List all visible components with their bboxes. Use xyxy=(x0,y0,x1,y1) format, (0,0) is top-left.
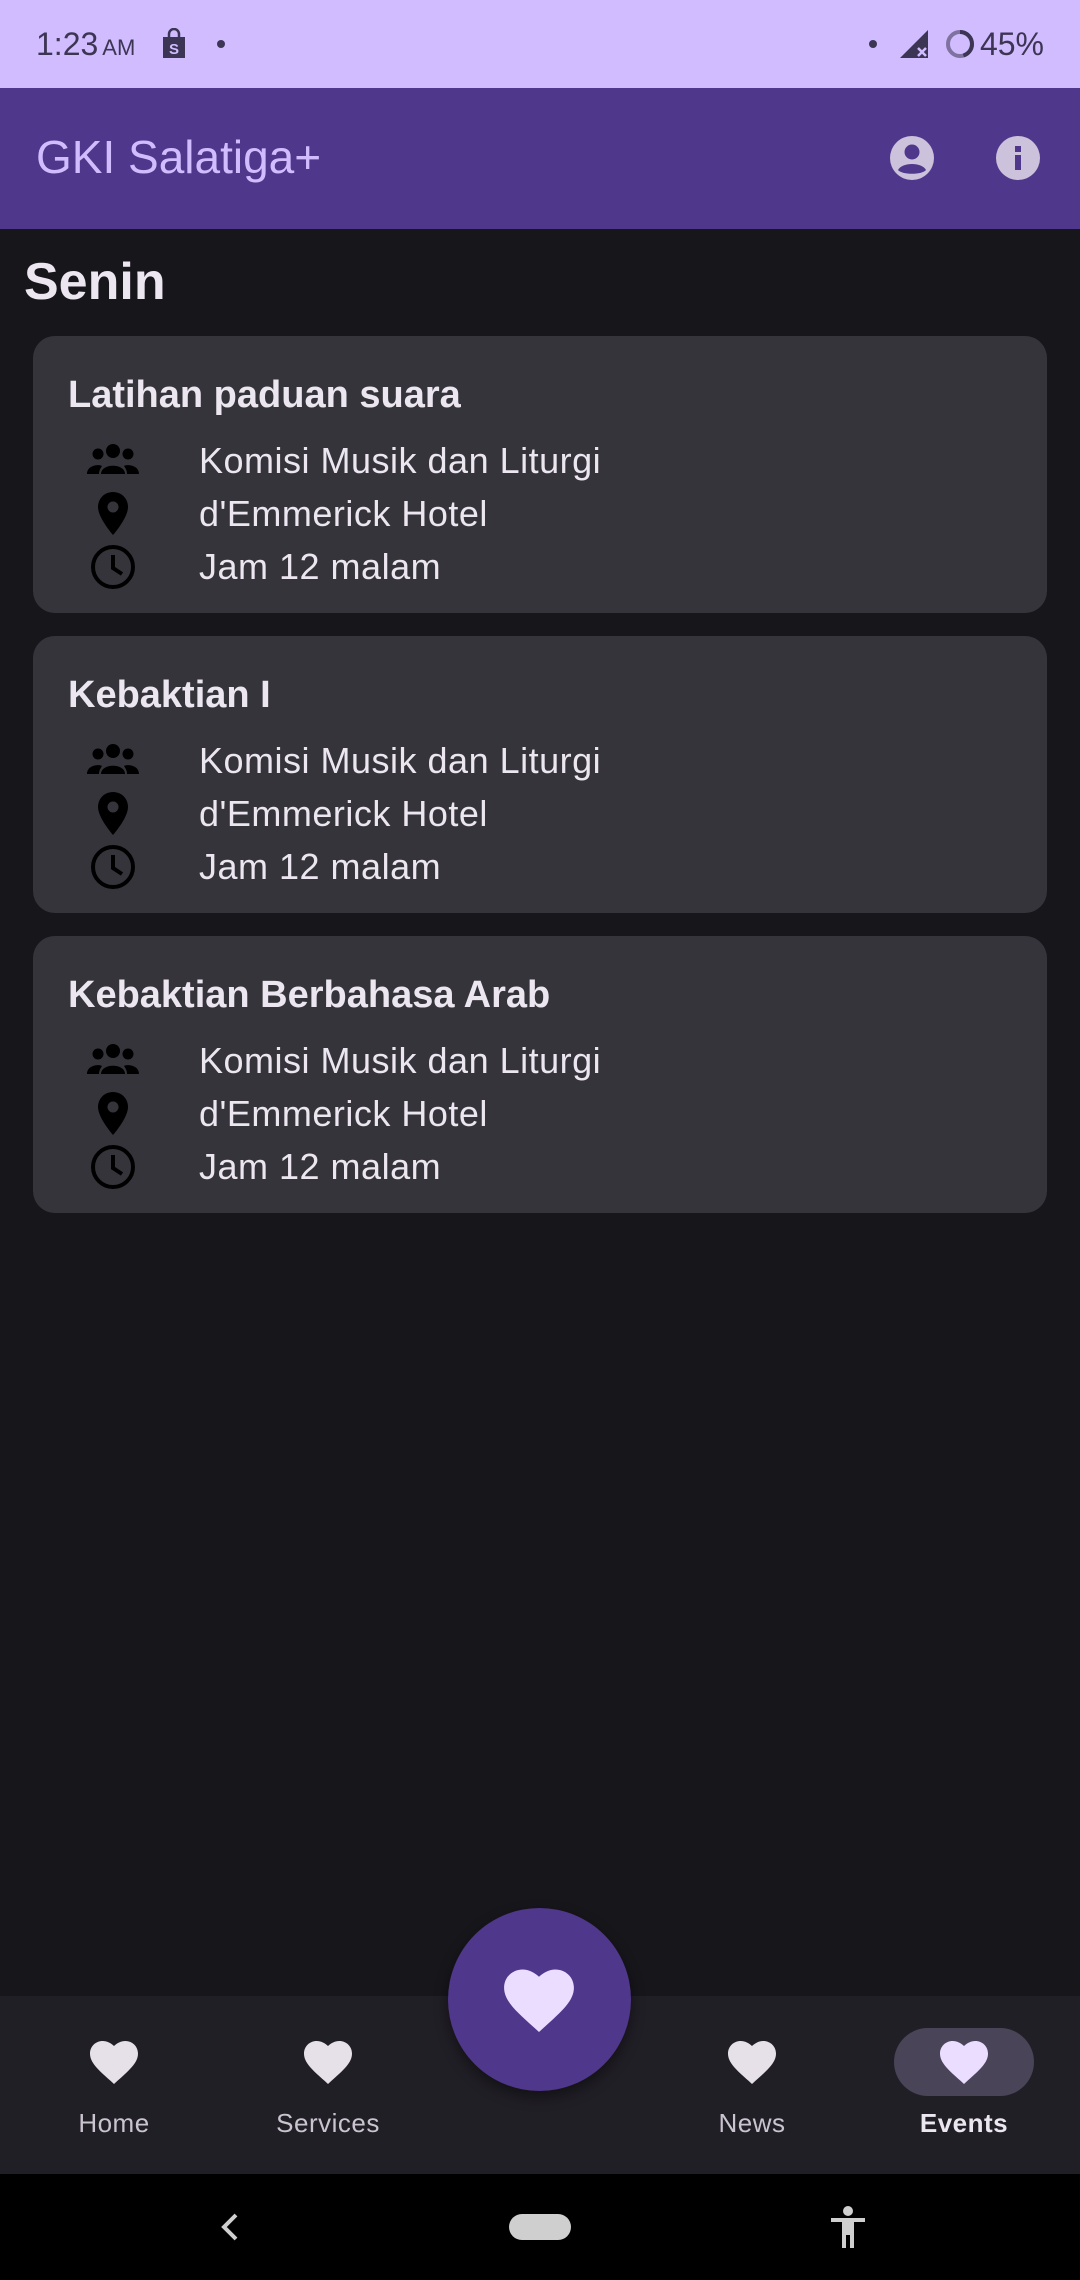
nav-item-services[interactable]: Services xyxy=(238,1996,418,2174)
event-group: Komisi Musik dan Liturgi xyxy=(199,440,602,481)
home-pill-button[interactable] xyxy=(509,2214,571,2240)
status-time: 1:23 AM xyxy=(36,26,136,62)
event-card[interactable]: Kebaktian I Komisi Musik dan Liturgi d'E… xyxy=(33,636,1047,913)
event-title: Latihan paduan suara xyxy=(68,374,461,416)
nav-item-news[interactable]: News xyxy=(662,1996,842,2174)
status-bar: 1:23 AM S 45% xyxy=(0,0,1080,88)
back-icon[interactable] xyxy=(216,2210,244,2244)
event-group-row: Komisi Musik dan Liturgi xyxy=(85,436,985,486)
event-location: d'Emmerick Hotel xyxy=(199,793,488,834)
nav-label-news: News xyxy=(718,2108,786,2138)
event-time-row: Jam 12 malam xyxy=(85,1142,985,1192)
heart-icon xyxy=(504,1969,574,2032)
nav-label-services: Services xyxy=(276,2108,380,2138)
nav-label-events: Events xyxy=(919,2108,1009,2138)
event-location: d'Emmerick Hotel xyxy=(199,1093,488,1134)
event-location-row: d'Emmerick Hotel xyxy=(85,789,985,839)
battery-percentage: 45% xyxy=(979,26,1044,62)
location-pin-icon xyxy=(98,1092,128,1135)
heart-icon xyxy=(90,2041,138,2084)
no-signal-icon xyxy=(900,30,928,58)
event-time-row: Jam 12 malam xyxy=(85,842,985,892)
event-card[interactable]: Latihan paduan suara Komisi Musik dan Li… xyxy=(33,336,1047,613)
heart-icon xyxy=(728,2041,776,2084)
location-pin-icon xyxy=(98,792,128,835)
event-group: Komisi Musik dan Liturgi xyxy=(199,740,602,781)
app-title: GKI Salatiga+ xyxy=(36,131,322,183)
event-title: Kebaktian Berbahasa Arab xyxy=(68,974,551,1016)
group-icon xyxy=(87,1044,139,1074)
account-circle-icon[interactable] xyxy=(886,132,938,184)
event-time: Jam 12 malam xyxy=(199,846,442,887)
center-fab-button[interactable] xyxy=(448,1908,631,2091)
clock-icon xyxy=(91,845,135,889)
location-pin-icon xyxy=(98,492,128,535)
heart-icon xyxy=(940,2041,988,2084)
nav-item-events[interactable]: Events xyxy=(874,1996,1054,2174)
event-group-row: Komisi Musik dan Liturgi xyxy=(85,1036,985,1086)
event-title: Kebaktian I xyxy=(68,674,271,716)
app-bar: GKI Salatiga+ xyxy=(0,88,1080,229)
event-location: d'Emmerick Hotel xyxy=(199,493,488,534)
svg-text:S: S xyxy=(169,41,179,58)
event-group: Komisi Musik dan Liturgi xyxy=(199,1040,602,1081)
shopping-bag-icon: S xyxy=(163,28,185,58)
group-icon xyxy=(87,744,139,774)
dot-icon xyxy=(217,40,225,48)
event-card[interactable]: Kebaktian Berbahasa Arab Komisi Musik da… xyxy=(33,936,1047,1213)
battery-ring-icon xyxy=(946,30,974,58)
group-icon xyxy=(87,444,139,474)
event-group-row: Komisi Musik dan Liturgi xyxy=(85,736,985,786)
event-location-row: d'Emmerick Hotel xyxy=(85,489,985,539)
event-time: Jam 12 malam xyxy=(199,546,442,587)
nav-label-home: Home xyxy=(78,2108,150,2138)
accessibility-icon[interactable] xyxy=(828,2204,868,2250)
clock-icon xyxy=(91,1145,135,1189)
heart-icon xyxy=(304,2041,352,2084)
event-location-row: d'Emmerick Hotel xyxy=(85,1089,985,1139)
info-icon[interactable] xyxy=(992,132,1044,184)
clock-icon xyxy=(91,545,135,589)
dot-icon xyxy=(869,40,877,48)
event-time: Jam 12 malam xyxy=(199,1146,442,1187)
nav-item-home[interactable]: Home xyxy=(24,1996,204,2174)
event-time-row: Jam 12 malam xyxy=(85,542,985,592)
day-heading: Senin xyxy=(24,253,166,311)
system-nav-bar xyxy=(0,2174,1080,2280)
